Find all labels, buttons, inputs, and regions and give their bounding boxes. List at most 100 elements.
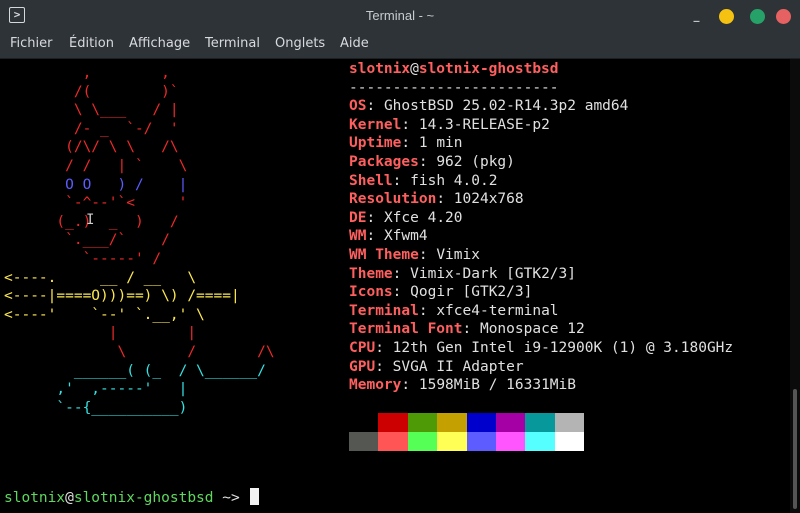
menu-aide[interactable]: Aide	[340, 36, 369, 51]
color-swatch	[525, 413, 555, 432]
color-swatch	[437, 432, 467, 451]
ascii-art-line: ______( (_ / \______/	[4, 362, 266, 379]
shell-prompt[interactable]: slotnix@slotnix-ghostbsd ~>	[4, 488, 260, 508]
info-separator: ------------------------	[349, 79, 559, 96]
info-key: Shell	[349, 172, 393, 189]
menu-affichage[interactable]: Affichage	[129, 36, 190, 51]
color-swatch	[378, 413, 408, 432]
color-swatch	[349, 413, 379, 432]
info-value: Vimix-Dark [GTK2/3]	[410, 265, 576, 282]
minimize-button[interactable]: _	[690, 9, 703, 23]
minimize-dot-button[interactable]	[719, 9, 734, 24]
info-value: Qogir [GTK2/3]	[410, 284, 533, 301]
text-cursor	[250, 488, 260, 505]
ascii-art-line: `-----' /	[4, 250, 162, 267]
info-key: OS	[349, 98, 367, 115]
terminal-window: > Terminal - ~ _ Fichier Édition Afficha…	[0, 0, 800, 513]
color-swatch	[349, 432, 379, 451]
ascii-art-line: (_.) _ ) /	[4, 213, 179, 230]
info-value: GhostBSD 25.02-R14.3p2 amd64	[383, 98, 629, 115]
color-swatch	[495, 413, 526, 432]
ascii-art-line: (/\/ \ \ /\	[4, 139, 179, 156]
info-key: Terminal	[349, 302, 419, 319]
ascii-art-line: <----' `--' `.__,' \	[4, 306, 205, 323]
color-swatch	[466, 432, 496, 451]
ascii-art-line: /- _ `-/ '	[4, 120, 179, 137]
info-key: Resolution	[349, 191, 437, 208]
info-row: Terminal Font: Monospace 12	[349, 321, 585, 338]
info-key: CPU	[349, 339, 376, 356]
scrollbar[interactable]	[790, 59, 800, 513]
window-title: Terminal - ~	[365, 8, 435, 23]
info-value: Vimix	[436, 246, 480, 263]
menu-onglets[interactable]: Onglets	[275, 36, 325, 51]
info-key: DE	[349, 209, 367, 226]
ascii-art-line: `-^--'`< '	[4, 195, 188, 212]
info-key: Uptime	[349, 135, 402, 152]
color-swatch	[407, 413, 438, 432]
info-list: OS: GhostBSD 25.02-R14.3p2 amd64 Kernel: …	[349, 97, 733, 395]
color-swatch	[554, 432, 585, 451]
menu-bar: Fichier Édition Affichage Terminal Ongle…	[0, 32, 800, 59]
info-value: 14.3-RELEASE-p2	[418, 116, 550, 133]
maximize-button[interactable]	[750, 9, 765, 24]
color-swatch	[407, 432, 438, 451]
info-value: Xfce 4.20	[383, 209, 463, 226]
menu-terminal[interactable]: Terminal	[205, 36, 260, 51]
color-swatch	[495, 432, 526, 451]
color-swatch	[554, 413, 585, 432]
info-row: Theme: Vimix-Dark [GTK2/3]	[349, 265, 576, 282]
info-key: Terminal Font	[349, 321, 463, 338]
info-value: Monospace 12	[479, 321, 585, 338]
info-value: 1598MiB / 16331MiB	[418, 377, 576, 394]
palette-normal-row	[349, 413, 585, 432]
info-value: SVGA II Adapter	[392, 358, 524, 375]
info-row: DE: Xfce 4.20	[349, 209, 463, 226]
ascii-art-line: `--{__________)	[4, 399, 188, 416]
info-key: WM Theme	[349, 246, 419, 263]
scrollbar-thumb[interactable]	[793, 389, 797, 509]
info-row: Icons: Qogir [GTK2/3]	[349, 284, 533, 301]
info-value: Xfwm4	[383, 228, 428, 245]
ascii-art-line: O O ) / |	[4, 176, 188, 193]
ascii-art-logo: , , /( )` \ \___ / | /- _ `-/ ' (/\/ \ \…	[4, 64, 275, 417]
close-button[interactable]	[776, 9, 791, 24]
user-host-line: slotnix@slotnix-ghostbsd	[349, 60, 733, 79]
info-key: Icons	[349, 284, 393, 301]
ascii-art-line: <----|====O)))==) \) /====|	[4, 288, 240, 305]
prompt-user: slotnix	[4, 490, 66, 506]
info-user: slotnix	[349, 61, 411, 77]
info-row: OS: GhostBSD 25.02-R14.3p2 amd64	[349, 98, 629, 115]
info-value: 12th Gen Intel i9-12900K (1) @ 3.180GHz	[392, 339, 734, 356]
info-value: 1024x768	[453, 191, 524, 208]
info-key: Memory	[349, 377, 402, 394]
prompt-at: @	[65, 490, 74, 506]
menu-edition[interactable]: Édition	[69, 36, 114, 51]
info-row: Memory: 1598MiB / 16331MiB	[349, 377, 576, 394]
info-key: Kernel	[349, 116, 402, 133]
menu-fichier[interactable]: Fichier	[10, 36, 53, 51]
info-host: slotnix-ghostbsd	[418, 61, 559, 77]
info-key: Theme	[349, 265, 393, 282]
ascii-art-line: `.___/` /	[4, 232, 170, 249]
info-key: WM	[349, 228, 367, 245]
info-row: Kernel: 14.3-RELEASE-p2	[349, 116, 550, 133]
ascii-art-line: / / | ` \	[4, 157, 188, 174]
info-row: Resolution: 1024x768	[349, 191, 524, 208]
prompt-host: slotnix-ghostbsd	[73, 490, 214, 506]
info-row: GPU: SVGA II Adapter	[349, 358, 524, 375]
info-value: 962 (pkg)	[436, 153, 515, 170]
info-row: CPU: 12th Gen Intel i9-12900K (1) @ 3.18…	[349, 339, 734, 356]
info-row: WM Theme: Vimix	[349, 246, 480, 263]
info-key: GPU	[349, 358, 376, 375]
ascii-art-line: ,' ,-----' |	[4, 381, 188, 398]
title-bar[interactable]: > Terminal - ~ _	[0, 0, 800, 32]
info-row: Terminal: xfce4-terminal	[349, 302, 559, 319]
ascii-art-line: /( )`	[4, 83, 179, 100]
info-value: 1 min	[418, 135, 463, 152]
color-swatch	[525, 432, 555, 451]
ascii-art-line: , ,	[4, 65, 170, 81]
system-info: slotnix@slotnix-ghostbsd ---------------…	[349, 60, 733, 395]
info-value: fish 4.0.2	[410, 172, 498, 189]
info-row: WM: Xfwm4	[349, 228, 428, 245]
